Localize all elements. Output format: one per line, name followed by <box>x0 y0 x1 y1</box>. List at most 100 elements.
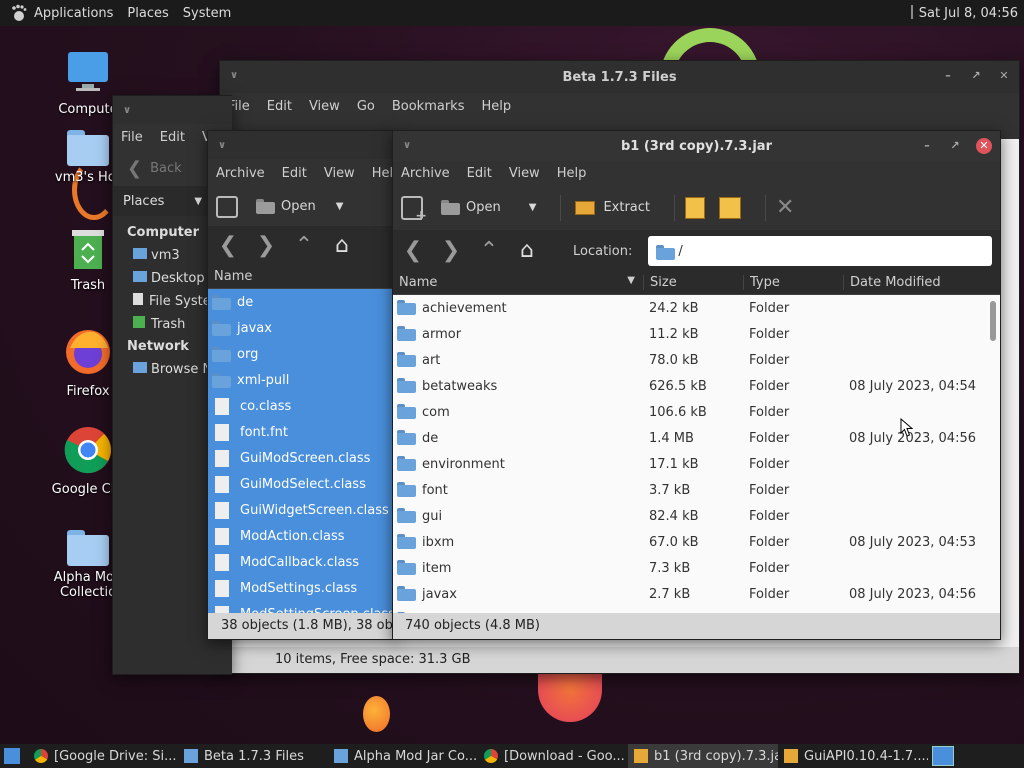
menu-view[interactable]: View <box>509 166 540 181</box>
menu-archive[interactable]: Archive <box>401 166 450 181</box>
column-header-size[interactable]: Size <box>643 275 743 290</box>
show-desktop-icon[interactable] <box>4 748 20 764</box>
list-item[interactable]: ModSettings.class <box>208 575 397 601</box>
menu-bookmarks[interactable]: Bookmarks <box>392 99 465 114</box>
add-files-icon[interactable] <box>685 196 705 219</box>
table-row[interactable]: item 7.3 kB Folder <box>393 555 1000 581</box>
table-row[interactable]: achievement 24.2 kB Folder <box>393 295 1000 321</box>
type-cell: Folder <box>749 404 790 420</box>
stop-icon[interactable]: ✕ <box>776 195 794 220</box>
titlebar[interactable]: ∨ <box>113 96 232 124</box>
new-archive-icon[interactable] <box>216 195 238 218</box>
table-row[interactable]: font 3.7 kB Folder <box>393 477 1000 503</box>
size-cell: 3.7 kB <box>649 482 691 498</box>
up-icon[interactable]: ⌃ <box>294 235 314 257</box>
list-item[interactable]: GuiWidgetScreen.class <box>208 497 397 523</box>
menu-edit[interactable]: Edit <box>267 99 292 114</box>
type-cell: Folder <box>749 456 790 472</box>
menu-help[interactable]: Help <box>557 166 587 181</box>
gnome-foot-icon[interactable] <box>10 4 28 22</box>
applications-menu[interactable]: Applications <box>34 6 113 21</box>
list-item[interactable]: GuiModSelect.class <box>208 471 397 497</box>
table-row[interactable]: javax 2.7 kB Folder 08 July 2023, 04:56 <box>393 581 1000 607</box>
folder-icon <box>212 372 231 388</box>
taskbar: [Google Drive: Si... Beta 1.7.3 Files Al… <box>0 744 1024 768</box>
add-folder-icon[interactable] <box>719 196 741 219</box>
list-item[interactable]: ModAction.class <box>208 523 397 549</box>
scrollbar[interactable] <box>990 301 996 341</box>
folder-icon <box>212 346 231 362</box>
home-icon[interactable]: ⌂ <box>517 240 537 262</box>
taskbar-item[interactable]: [Download - Goo... <box>478 744 628 768</box>
clock[interactable]: Sat Jul 8, 04:56 <box>911 5 1018 21</box>
taskbar-item[interactable]: GuiAPI0.10.4-1.7.... <box>778 744 928 768</box>
window-menu-icon[interactable]: ∨ <box>218 140 226 151</box>
window-archive-front[interactable]: ∨ b1 (3rd copy).7.3.jar – ↗ ✕ Archive Ed… <box>392 130 1001 640</box>
window-menu-icon[interactable]: ∨ <box>230 70 238 81</box>
sort-desc-icon: ▼ <box>627 275 635 286</box>
open-button[interactable]: Open ▼ <box>437 193 540 223</box>
list-item[interactable]: ModCallback.class <box>208 549 397 575</box>
back-icon[interactable]: ❮ <box>403 240 423 262</box>
file-list: de javax org xml-pull co.class font.fnt … <box>208 289 397 615</box>
column-header-type[interactable]: Type <box>743 275 843 290</box>
taskbar-item-active[interactable]: b1 (3rd copy).7.3.jar <box>628 744 778 768</box>
taskbar-item[interactable]: Beta 1.7.3 Files <box>178 744 328 768</box>
menu-view[interactable]: View <box>309 99 340 114</box>
list-item[interactable]: GuiModScreen.class <box>208 445 397 471</box>
modified-cell: 08 July 2023, 04:56 <box>849 586 976 602</box>
size-cell: 7.3 kB <box>649 560 691 576</box>
back-icon[interactable]: ❮ <box>218 235 238 257</box>
menu-view[interactable]: View <box>324 166 355 181</box>
close-button[interactable]: ✕ <box>997 69 1011 83</box>
menu-file[interactable]: File <box>121 130 143 145</box>
close-button[interactable]: ✕ <box>976 138 992 154</box>
open-button[interactable]: Open ▼ <box>252 192 347 222</box>
location-field[interactable]: / <box>648 236 993 266</box>
menu-go[interactable]: Go <box>357 99 375 114</box>
menu-edit[interactable]: Edit <box>282 166 307 181</box>
column-header-name[interactable]: Name ▼ <box>393 275 643 290</box>
places-menu[interactable]: Places <box>127 6 168 21</box>
table-row[interactable]: art 78.0 kB Folder <box>393 347 1000 373</box>
taskbar-item[interactable]: [Google Drive: Si... <box>28 744 178 768</box>
minimize-button[interactable]: – <box>941 69 955 83</box>
folder-icon <box>397 456 416 471</box>
table-row[interactable]: armor 11.2 kB Folder <box>393 321 1000 347</box>
window-archive-middle[interactable]: ∨ Archive Edit View Help Open▼ ❮ ❯ ⌃ ⌂ N… <box>207 130 397 640</box>
list-item[interactable]: javax <box>208 315 397 341</box>
workspace-switcher[interactable] <box>932 746 954 766</box>
titlebar[interactable]: ∨ b1 (3rd copy).7.3.jar – ↗ ✕ <box>393 131 1000 161</box>
system-menu[interactable]: System <box>183 6 231 21</box>
taskbar-item[interactable]: Alpha Mod Jar Co... <box>328 744 478 768</box>
home-icon[interactable]: ⌂ <box>332 235 352 257</box>
list-item[interactable]: xml-pull <box>208 367 397 393</box>
forward-icon[interactable]: ❯ <box>441 240 461 262</box>
minimize-button[interactable]: – <box>920 139 934 153</box>
column-header-modified[interactable]: Date Modified <box>843 275 983 290</box>
up-icon[interactable]: ⌃ <box>479 240 499 262</box>
menu-help[interactable]: Help <box>481 99 511 114</box>
list-item[interactable]: de <box>208 289 397 315</box>
list-item[interactable]: org <box>208 341 397 367</box>
list-item[interactable]: co.class <box>208 393 397 419</box>
extract-button[interactable]: Extract <box>571 193 654 223</box>
window-menu-icon[interactable]: ∨ <box>403 140 411 151</box>
new-archive-icon[interactable]: + <box>401 195 427 224</box>
column-header-name[interactable]: Name <box>208 265 397 289</box>
menu-edit[interactable]: Edit <box>467 166 492 181</box>
table-row[interactable]: ibxm 67.0 kB Folder 08 July 2023, 04:53 <box>393 529 1000 555</box>
table-row[interactable]: environment 17.1 kB Folder <box>393 451 1000 477</box>
menu-edit[interactable]: Edit <box>160 130 185 145</box>
maximize-button[interactable]: ↗ <box>969 69 983 83</box>
toolbar-separator <box>765 194 766 221</box>
menu-archive[interactable]: Archive <box>216 166 265 181</box>
titlebar[interactable]: ∨ <box>208 131 397 159</box>
list-item[interactable]: font.fnt <box>208 419 397 445</box>
window-menu-icon[interactable]: ∨ <box>123 105 131 116</box>
table-row[interactable]: betatweaks 626.5 kB Folder 08 July 2023, 04… <box>393 373 1000 399</box>
table-row[interactable]: gui 82.4 kB Folder <box>393 503 1000 529</box>
forward-icon[interactable]: ❯ <box>256 235 276 257</box>
maximize-button[interactable]: ↗ <box>948 139 962 153</box>
titlebar[interactable]: ∨ Beta 1.7.3 Files – ↗ ✕ <box>220 61 1019 93</box>
